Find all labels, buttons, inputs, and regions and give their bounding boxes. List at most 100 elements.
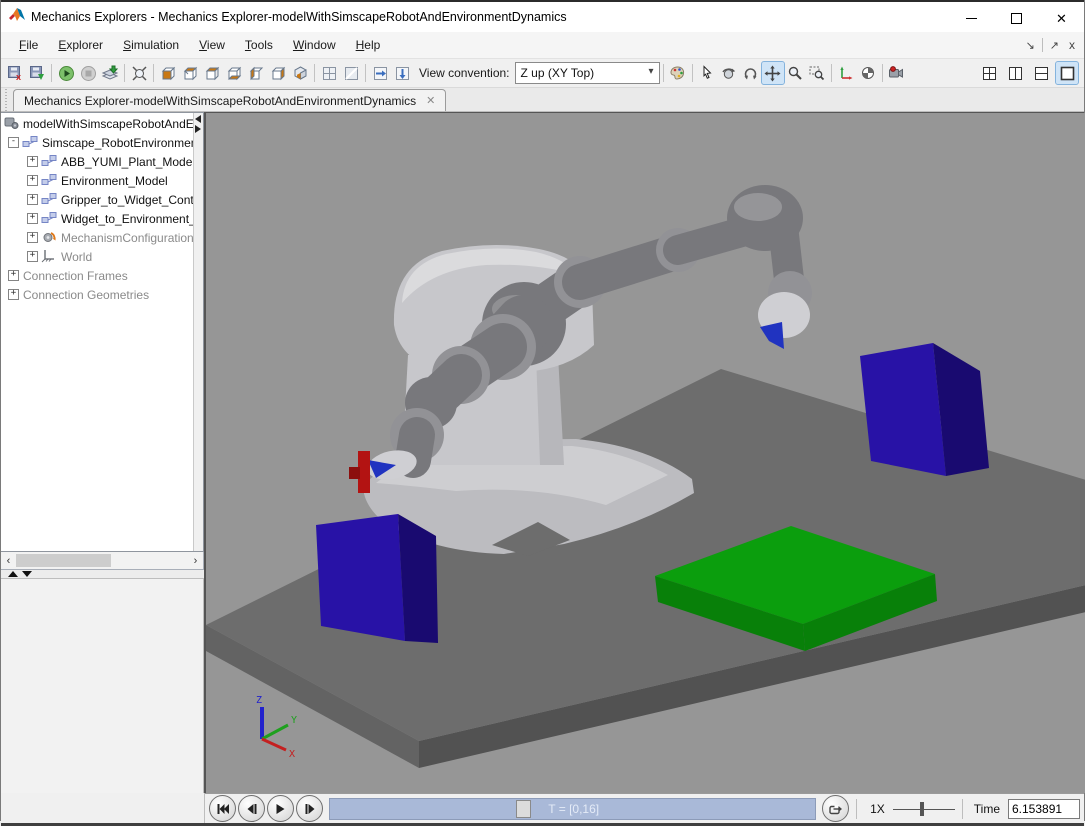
layout-rows-icon[interactable] [1030,62,1052,84]
grid-view-icon[interactable] [318,62,340,84]
subsystem-icon [41,172,57,190]
window-title: Mechanics Explorers - Mechanics Explorer… [31,10,567,24]
scroll-right-icon[interactable]: › [188,555,203,567]
background-color-icon[interactable] [667,62,689,84]
toggle-frames-icon[interactable] [835,62,857,84]
fit-to-view-icon[interactable] [128,62,150,84]
layout-single-icon[interactable] [1056,62,1078,84]
pane-split-down-icon[interactable] [391,62,413,84]
time-label: Time [974,802,1000,816]
view-back-icon[interactable] [179,62,201,84]
zoom-region-tool-icon[interactable] [806,62,828,84]
tab-label: Mechanics Explorer-modelWithSimscapeRobo… [24,94,416,108]
view-bottom-icon[interactable] [223,62,245,84]
view-top-icon[interactable] [201,62,223,84]
stop-icon[interactable] [77,62,99,84]
y-axis-label: Y [291,715,297,726]
minimize-icon [966,18,977,19]
splitter-down-icon[interactable] [22,571,32,577]
select-tool-icon[interactable] [696,62,718,84]
menu-file[interactable]: File [9,34,48,56]
menu-simulation[interactable]: Simulation [113,34,189,56]
tree-item-model-root[interactable]: modelWithSimscapeRobotAndEnvironmentDyna… [1,114,194,133]
save-config-icon[interactable]: x [4,62,26,84]
expand-box[interactable]: + [27,194,38,205]
scroll-left-icon[interactable]: ‹ [1,555,16,567]
close-icon: ✕ [1056,12,1067,25]
tree-item-connection-geometries[interactable]: + Connection Geometries [1,285,194,304]
tree-collapse-strip[interactable] [193,113,203,551]
separator [882,64,883,82]
expand-box[interactable]: + [27,213,38,224]
zoom-tool-icon[interactable] [784,62,806,84]
menu-window[interactable]: Window [283,34,346,56]
splitter-up-icon[interactable] [8,571,18,577]
expand-box[interactable]: + [27,232,38,243]
maximize-button[interactable] [994,4,1039,32]
tree-item-world[interactable]: + World [1,247,194,266]
tab-close-icon[interactable]: ✕ [426,94,435,107]
step-back-button[interactable] [238,795,265,822]
speed-slider-thumb[interactable] [920,802,924,816]
tree-item-environment-model[interactable]: + Environment_Model [1,171,194,190]
subsystem-icon [41,153,57,171]
dock-arrow-icon[interactable]: ↘ [1021,39,1040,52]
create-video-icon[interactable] [886,62,908,84]
drag-handle[interactable] [1,88,13,111]
expand-box[interactable]: + [27,175,38,186]
expand-box[interactable]: + [27,251,38,262]
layout-columns-icon[interactable] [1004,62,1026,84]
collapse-box[interactable]: - [8,137,19,148]
menu-help[interactable]: Help [346,34,391,56]
tree-item-mechanism-configuration[interactable]: + MechanismConfiguration [1,228,194,247]
close-button[interactable]: ✕ [1039,4,1084,32]
tree-item-simscape-robotenvironment[interactable]: - Simscape_RobotEnvironment [1,133,194,152]
speed-slider[interactable] [893,801,955,817]
layout-quad-icon[interactable] [978,62,1000,84]
expand-box[interactable]: + [27,156,38,167]
panel-close-icon[interactable]: x [1064,38,1080,52]
tree-item-connection-frames[interactable]: + Connection Frames [1,266,194,285]
roll-tool-icon[interactable] [740,62,762,84]
loop-button[interactable] [822,795,849,822]
play-icon[interactable] [55,62,77,84]
collapse-right-icon [195,125,201,133]
view-convention-value: Z up (XY Top) [521,66,595,80]
go-to-start-button[interactable] [209,795,236,822]
update-visualization-icon[interactable] [99,62,121,84]
tab-mechanics-explorer[interactable]: Mechanics Explorer-modelWithSimscapeRobo… [13,89,446,111]
save-config-all-icon[interactable] [26,62,48,84]
view-right-icon[interactable] [267,62,289,84]
tree-item-label: Environment_Model [61,174,168,188]
pan-tool-icon[interactable] [762,62,784,84]
pane-split-right-icon[interactable] [369,62,391,84]
title-bar: Mechanics Explorers - Mechanics Explorer… [1,0,1084,32]
tree-horizontal-scrollbar[interactable]: ‹ › [1,552,204,570]
tree-item-widget-to-environment-contact[interactable]: + Widget_to_Environment_Contact [1,209,194,228]
scrollbar-thumb[interactable] [16,554,111,567]
toggle-com-icon[interactable] [857,62,879,84]
expand-box[interactable]: + [8,289,19,300]
view-isometric-icon[interactable] [289,62,311,84]
timeline-thumb[interactable] [516,800,531,818]
view-left-icon[interactable] [245,62,267,84]
minimize-button[interactable] [949,4,994,32]
orbit-tool-icon[interactable] [718,62,740,84]
menu-tools[interactable]: Tools [235,34,283,56]
play-button[interactable] [267,795,294,822]
view-front-icon[interactable] [157,62,179,84]
panel-splitter[interactable] [1,570,204,579]
timeline-slider[interactable]: T = [0,16] [329,798,816,820]
menu-explorer[interactable]: Explorer [48,34,113,56]
undock-arrow-icon[interactable]: ↗ [1045,39,1064,52]
tree-item-abb-yumi-plant-model[interactable]: + ABB_YUMI_Plant_Model [1,152,194,171]
time-input[interactable] [1008,799,1080,819]
step-forward-button[interactable] [296,795,323,822]
tree-item-gripper-to-widget-contact[interactable]: + Gripper_to_Widget_Contact [1,190,194,209]
viewport-3d[interactable]: Z Y X [204,112,1084,793]
menu-view[interactable]: View [189,34,235,56]
tab-bar: Mechanics Explorer-modelWithSimscapeRobo… [1,88,1084,112]
expand-box[interactable]: + [8,270,19,281]
single-view-icon[interactable] [340,62,362,84]
view-convention-dropdown[interactable]: Z up (XY Top) ▾ [515,62,660,84]
